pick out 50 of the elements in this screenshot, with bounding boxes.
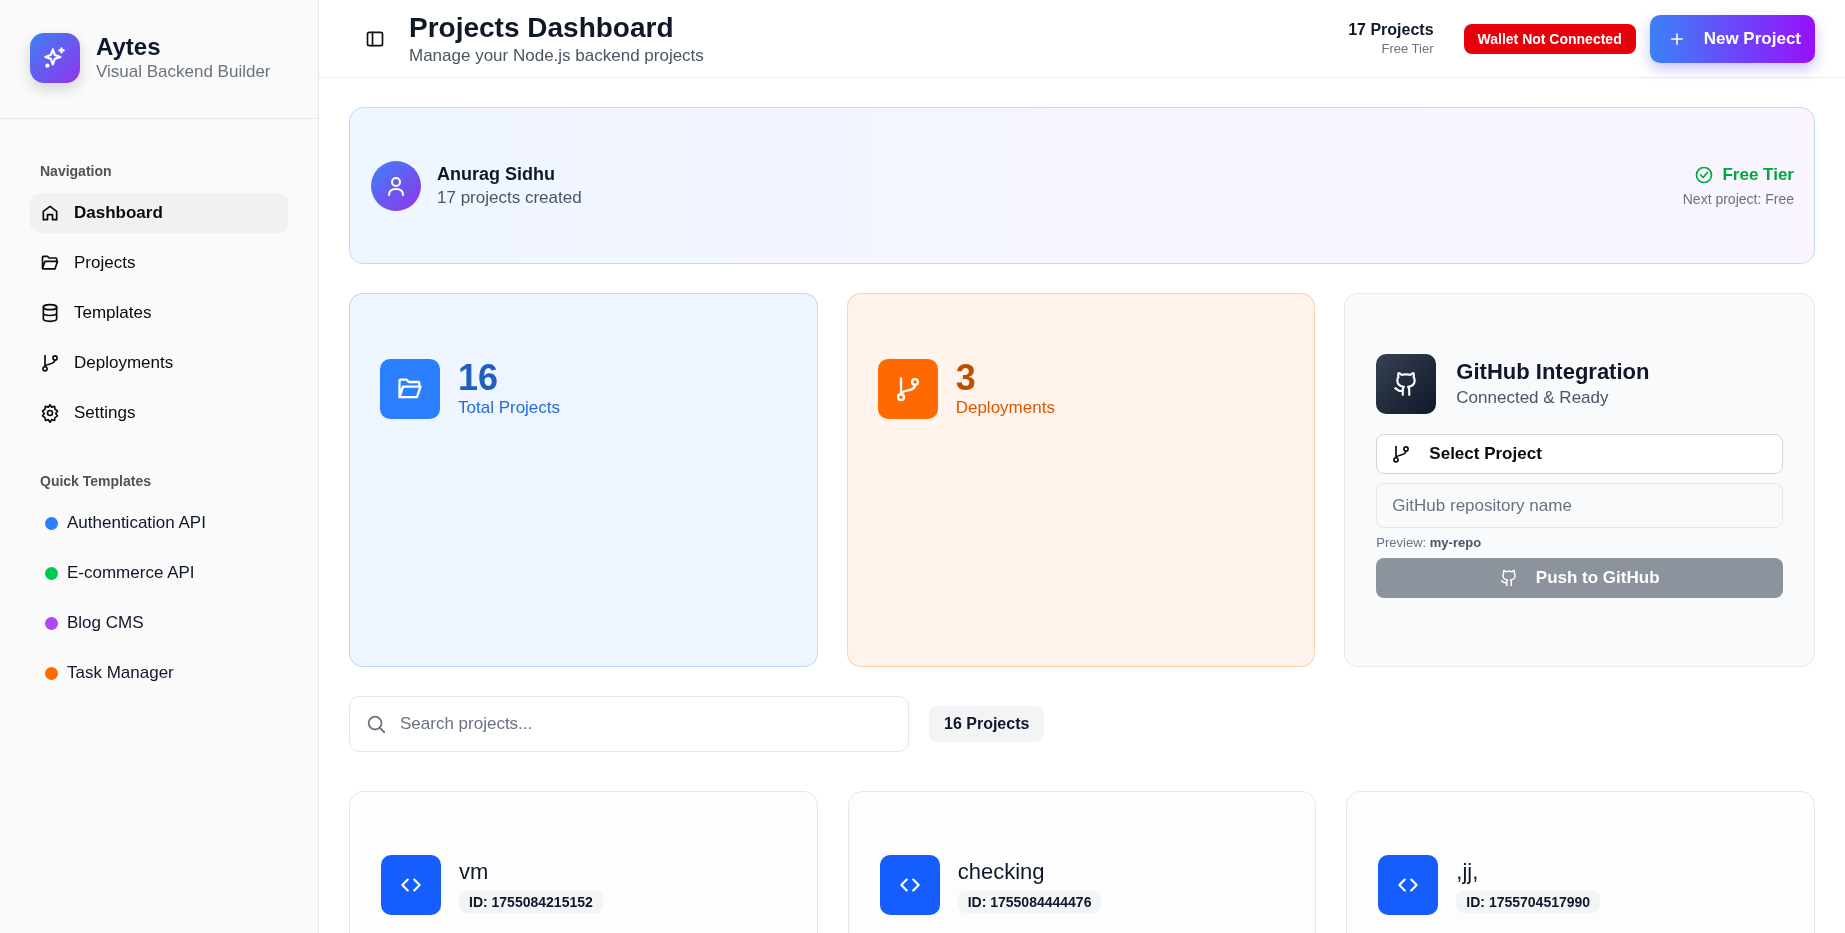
app-name: Aytes <box>96 33 162 61</box>
project-name: vm <box>459 858 490 886</box>
projects-count-badge: 16 Projects <box>929 706 1045 742</box>
tier-label: Free Tier <box>1722 164 1794 185</box>
project-id: ID: 1755704517990 <box>1456 891 1601 913</box>
template-item[interactable]: Task Manager <box>30 653 288 693</box>
home-icon <box>40 203 60 223</box>
database-icon <box>40 303 60 323</box>
github-icon <box>1499 569 1518 587</box>
user-name: Anurag Sidhu <box>437 162 556 186</box>
github-status: Connected & Ready <box>1456 387 1610 409</box>
page-subtitle: Manage your Node.js backend projects <box>409 44 704 67</box>
settings-icon <box>40 403 60 423</box>
repository-name-field[interactable]: GitHub repository name <box>1376 483 1783 528</box>
page-title: Projects Dashboard <box>409 10 675 45</box>
check-circle-icon <box>1694 164 1715 185</box>
select-project-button[interactable]: Select Project <box>1376 434 1783 474</box>
nav-item[interactable]: Deployments <box>30 343 288 383</box>
next-project-label: Next project: Free <box>1682 190 1794 207</box>
section-heading: Quick Templates <box>40 473 152 489</box>
project-name: ,jj, <box>1456 858 1480 886</box>
template-item[interactable]: Authentication API <box>30 503 288 543</box>
search-field[interactable]: Search projects... <box>349 696 909 752</box>
project-name: checking <box>957 858 1046 886</box>
folder-icon <box>40 253 60 273</box>
stat-value: 3 <box>955 359 977 397</box>
tier-label: Free Tier <box>1380 40 1434 57</box>
new-project-button[interactable]: New Project <box>1649 14 1815 63</box>
template-item[interactable]: Blog CMS <box>30 603 288 643</box>
project-id: ID: 1755084444476 <box>957 891 1102 913</box>
projects-created: 17 projects created <box>437 186 582 209</box>
nav-item[interactable]: Dashboard <box>30 193 288 233</box>
app-tagline: Visual Backend Builder <box>96 61 271 83</box>
stat-label: Total Projects <box>458 397 561 419</box>
sparkle-icon <box>42 45 68 71</box>
repository-preview: Preview: my-repo <box>1376 535 1483 550</box>
nav-item[interactable]: Settings <box>30 393 288 433</box>
wallet-status-badge: Wallet Not Connected <box>1463 23 1636 54</box>
branch-icon <box>1391 444 1412 464</box>
project-id: ID: 1755084215152 <box>459 891 603 913</box>
branch-icon <box>40 353 60 373</box>
nav-item[interactable]: Projects <box>30 243 288 283</box>
template-item[interactable]: E-commerce API <box>30 553 288 593</box>
project-count: 17 Projects <box>1348 20 1434 40</box>
search-icon <box>365 713 387 735</box>
nav-item[interactable]: Templates <box>30 293 288 333</box>
stat-label: Deployments <box>955 397 1055 419</box>
section-heading: Navigation <box>40 163 113 179</box>
github-title: GitHub Integration <box>1456 358 1650 386</box>
stat-value: 16 <box>458 359 500 397</box>
